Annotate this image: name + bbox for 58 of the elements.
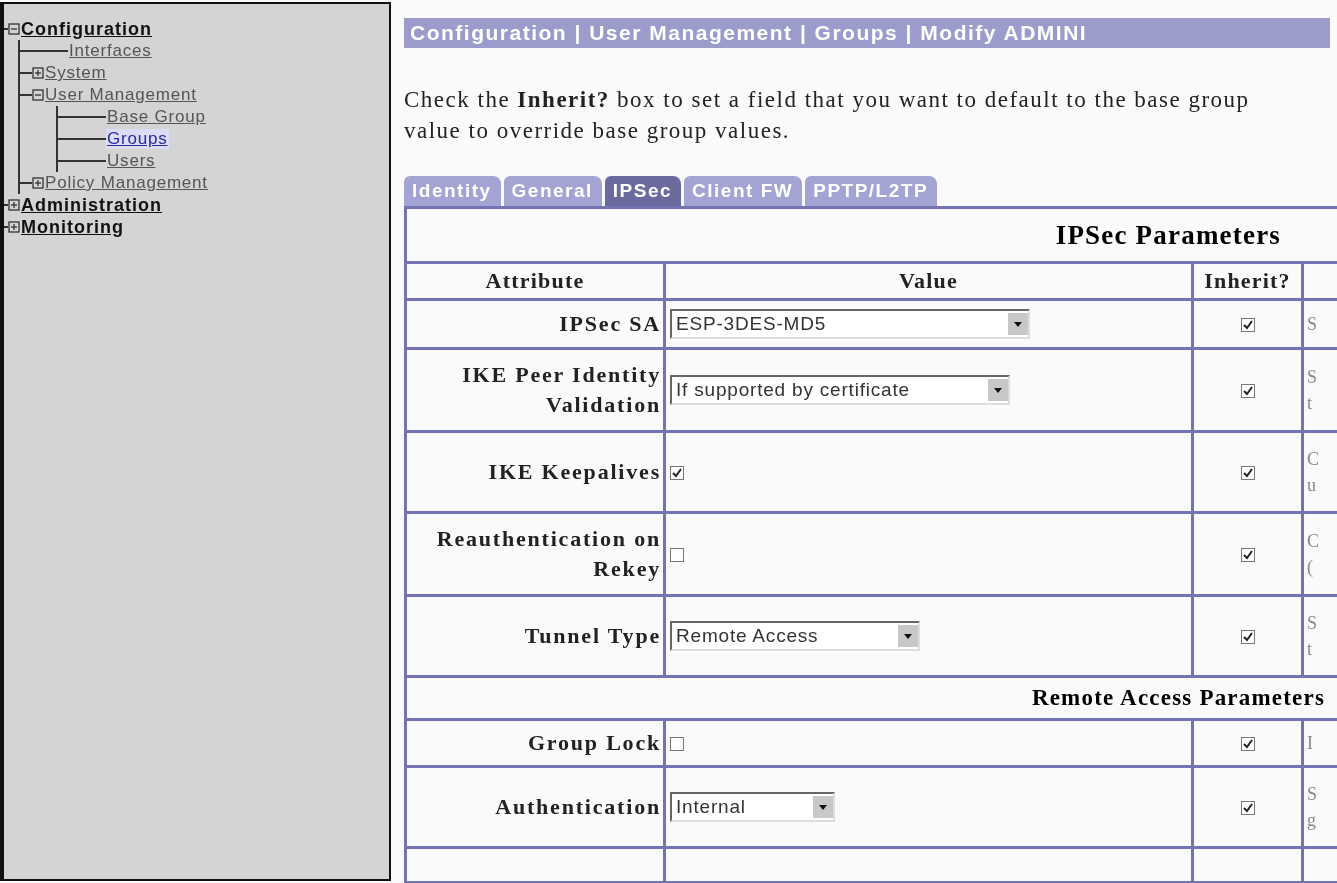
expand-icon[interactable] — [8, 221, 20, 233]
description-text: S — [1307, 783, 1318, 806]
description-text: ( — [1307, 556, 1314, 579]
description-text: u — [1307, 474, 1317, 497]
tree-link[interactable]: System — [44, 63, 108, 83]
dropdown[interactable]: Internal — [670, 792, 835, 822]
attribute-label: Reauthentication on Rekey — [436, 526, 661, 581]
instruction-text: Check the Inherit? box to set a field that you want to default to the base group — [404, 86, 1251, 114]
tree-link[interactable]: Monitoring — [20, 216, 125, 238]
collapse-icon[interactable] — [8, 23, 20, 35]
column-header: Value — [664, 262, 1193, 300]
description-text: t — [1307, 392, 1313, 415]
checkbox[interactable] — [1240, 466, 1255, 481]
checkbox[interactable] — [670, 466, 684, 481]
expand-icon[interactable] — [32, 67, 44, 79]
attribute-label: IKE Peer Identity Validation — [462, 362, 661, 417]
description-text: S — [1307, 313, 1318, 336]
tree-link[interactable]: Policy Management — [44, 173, 209, 193]
tree-link[interactable]: Administration — [20, 194, 163, 216]
checkbox[interactable] — [1240, 737, 1255, 752]
attribute-label: Group Lock — [527, 730, 661, 755]
column-header: Inherit? — [1192, 262, 1303, 300]
expand-icon[interactable] — [32, 177, 44, 189]
description-text: C — [1307, 530, 1320, 553]
description-text: g — [1307, 809, 1317, 832]
tab[interactable]: IPSec — [604, 176, 682, 206]
attribute-label: Tunnel Type — [524, 623, 661, 648]
dropdown[interactable]: ESP-3DES-MD5 — [670, 309, 1030, 339]
tree-link[interactable]: User Management — [44, 85, 198, 105]
dropdown[interactable]: If supported by certificate — [670, 375, 1010, 405]
checkbox[interactable] — [1240, 548, 1255, 563]
dropdown[interactable]: Remote Access — [670, 621, 920, 651]
checkbox[interactable] — [1240, 318, 1255, 333]
table-title: IPSec Parameters — [1055, 219, 1282, 250]
tree-link[interactable]: Groups — [106, 129, 169, 149]
tree-link[interactable]: Configuration — [20, 18, 153, 40]
description-text: t — [1307, 638, 1313, 661]
description-text: S — [1307, 612, 1318, 635]
collapse-icon[interactable] — [32, 89, 44, 101]
checkbox[interactable] — [1240, 384, 1255, 399]
tree-link[interactable]: Base Group — [106, 107, 207, 127]
checkbox[interactable] — [1240, 630, 1255, 645]
attribute-label: IKE Keepalives — [488, 459, 661, 484]
expand-icon[interactable] — [8, 199, 20, 211]
section-title: Remote Access Parameters — [1031, 685, 1326, 710]
description-text: I — [1307, 732, 1314, 755]
tree-link[interactable]: Interfaces — [68, 41, 153, 61]
attribute-label: IPSec SA — [559, 311, 661, 336]
description-text: S — [1307, 366, 1318, 389]
tree-link[interactable]: Users — [106, 151, 157, 171]
attribute-label: Authentication — [495, 794, 661, 819]
column-header: Attribute — [405, 262, 665, 300]
instruction-text: value to override base group values. — [404, 117, 792, 145]
checkbox[interactable] — [670, 548, 684, 563]
description-text: C — [1307, 448, 1320, 471]
checkbox[interactable] — [1240, 801, 1255, 816]
checkbox[interactable] — [670, 737, 684, 752]
breadcrumb-bar: Configuration | User Management | Groups | Modify ADMINI — [404, 18, 1330, 48]
